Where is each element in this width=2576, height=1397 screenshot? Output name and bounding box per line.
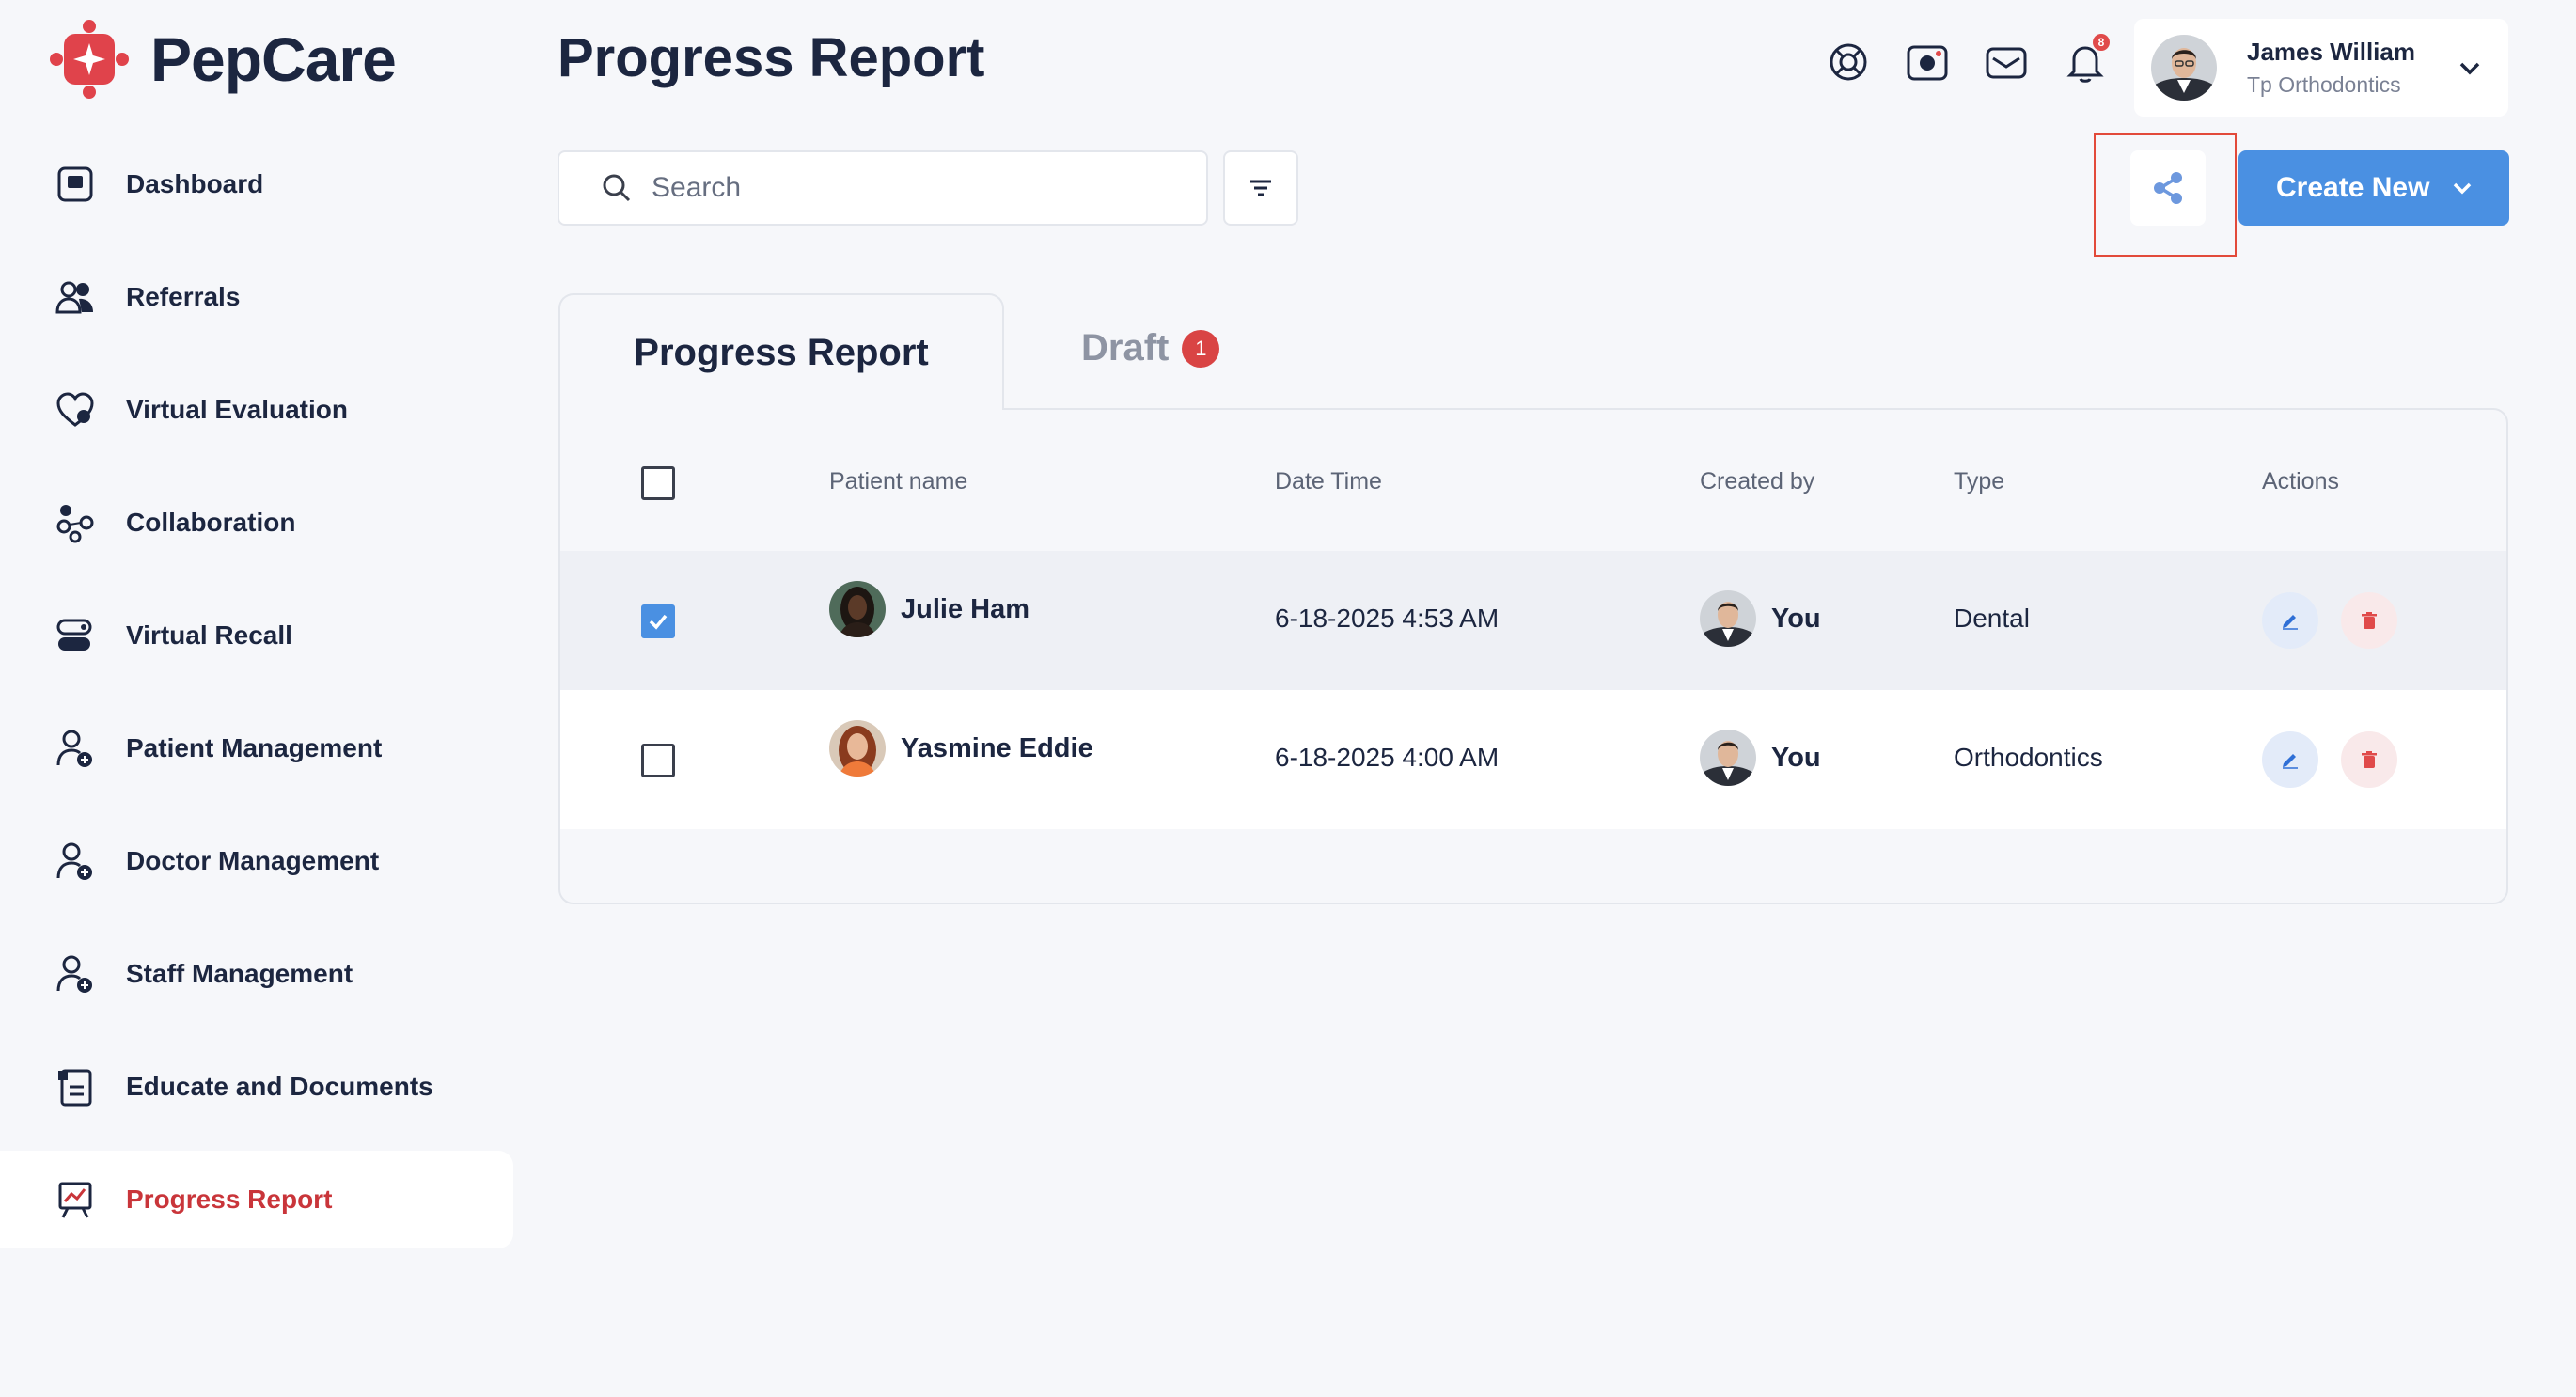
row-checkbox[interactable] [641,744,675,777]
sidebar-nav: Dashboard Referrals Virtual Evaluation C… [0,135,513,1264]
avatar [2151,35,2217,101]
progress-report-table: Patient name Date Time Created by Type A… [558,408,2508,904]
sidebar-item-dashboard[interactable]: Dashboard [0,135,513,233]
sidebar-item-progress-report[interactable]: Progress Report [0,1151,513,1248]
sidebar-item-label: Virtual Recall [126,620,292,650]
trash-icon [2362,612,2377,629]
sidebar-item-referrals[interactable]: Referrals [0,248,513,346]
share-button[interactable] [2130,150,2206,226]
tab-label: Progress Report [634,331,929,373]
camera-icon [1907,45,1948,81]
search-input[interactable] [652,172,1178,204]
sidebar-item-label: Referrals [126,282,241,311]
pencil-icon [2283,615,2298,630]
document-icon [58,1069,92,1107]
sidebar-item-doctor-management[interactable]: Doctor Management [0,812,513,910]
sidebar-item-label: Patient Management [126,733,383,762]
trash-icon [2362,751,2377,768]
sidebar-item-virtual-evaluation[interactable]: Virtual Evaluation [0,361,513,459]
sidebar-item-label: Virtual Evaluation [126,395,348,424]
checkmark-icon [649,614,668,630]
patient-name[interactable]: Yasmine Eddie [901,733,1093,764]
sidebar-item-label: Educate and Documents [126,1072,433,1101]
patient-avatar [829,720,886,777]
sidebar-item-label: Doctor Management [126,846,380,875]
sidebar-item-label: Collaboration [126,508,296,537]
users-icon [55,281,93,314]
chevron-down-icon [2459,62,2480,75]
mail-button[interactable] [1984,39,2029,85]
row-date-time: 6-18-2025 4:00 AM [1275,743,1500,772]
column-header-date-time[interactable]: Date Time [1275,468,1382,495]
create-new-label: Create New [2276,172,2430,203]
select-all-checkbox[interactable] [641,466,675,500]
delete-button[interactable] [2341,731,2397,788]
patient-avatar [829,581,886,637]
create-new-button[interactable]: Create New [2238,150,2509,226]
creator-avatar [1700,590,1756,647]
sidebar-item-patient-management[interactable]: Patient Management [0,699,513,797]
sidebar-item-label: Staff Management [126,959,353,988]
recall-icon [56,619,92,651]
table-header: Patient name Date Time Created by Type A… [560,410,2506,551]
pencil-icon [2283,754,2298,769]
sidebar-item-collaboration[interactable]: Collaboration [0,474,513,572]
creator-name: You [1771,603,1821,634]
chevron-down-icon [2454,182,2472,195]
row-type: Orthodontics [1954,743,2103,772]
column-header-type[interactable]: Type [1954,468,2004,495]
tab-label: Draft [1081,327,1170,369]
user-name: James William [2247,38,2415,66]
notification-badge: 8 [2093,34,2110,51]
search-icon [603,174,631,202]
camera-button[interactable] [1905,39,1950,85]
row-type: Dental [1954,604,2030,633]
tab-progress-report[interactable]: Progress Report [558,293,1004,410]
edit-button[interactable] [2262,731,2318,788]
filter-button[interactable] [1223,150,1298,226]
notifications-button[interactable]: 8 [2063,34,2110,85]
table-row[interactable]: Yasmine Eddie 6-18-2025 4:00 AM You Orth… [560,690,2506,829]
creator-avatar [1700,730,1756,786]
column-header-created-by[interactable]: Created by [1700,468,1814,495]
filter-icon [1250,180,1271,196]
sidebar-item-label: Dashboard [126,169,264,198]
user-manage-icon [56,730,92,767]
column-header-patient-name[interactable]: Patient name [829,468,967,495]
table-row[interactable]: Julie Ham 6-18-2025 4:53 AM You Dental [560,551,2506,690]
row-checkbox[interactable] [641,604,675,638]
user-add-icon [56,842,92,880]
patient-name[interactable]: Julie Ham [901,594,1029,625]
sidebar-item-virtual-recall[interactable]: Virtual Recall [0,587,513,684]
sidebar-item-staff-management[interactable]: Staff Management [0,925,513,1023]
creator-name: You [1771,742,1821,773]
draft-count-badge: 1 [1182,329,1220,368]
tab-draft[interactable]: Draft 1 [1081,327,1220,369]
row-date-time: 6-18-2025 4:53 AM [1275,604,1500,633]
delete-button[interactable] [2341,592,2397,649]
user-add-icon [56,955,92,993]
app-name: PepCare [150,24,397,94]
mail-icon [1986,47,2027,79]
edit-button[interactable] [2262,592,2318,649]
sidebar-item-educate-documents[interactable]: Educate and Documents [0,1038,513,1136]
heart-pulse-icon [56,392,94,427]
user-organization: Tp Orthodontics [2247,72,2401,97]
page-title: Progress Report [558,27,985,88]
column-header-actions: Actions [2262,468,2339,494]
share-icon [2154,172,2182,204]
network-icon [56,505,94,543]
dashboard-icon [57,166,93,202]
user-profile-menu[interactable]: James William Tp Orthodontics [2134,19,2508,117]
pepcare-logo-icon [50,20,129,99]
support-button[interactable] [1826,39,1871,85]
chart-board-icon [58,1182,92,1218]
search-box[interactable] [558,150,1208,226]
support-icon [1830,43,1867,81]
app-logo[interactable]: PepCare [49,19,397,100]
sidebar-item-label: Progress Report [126,1185,333,1214]
